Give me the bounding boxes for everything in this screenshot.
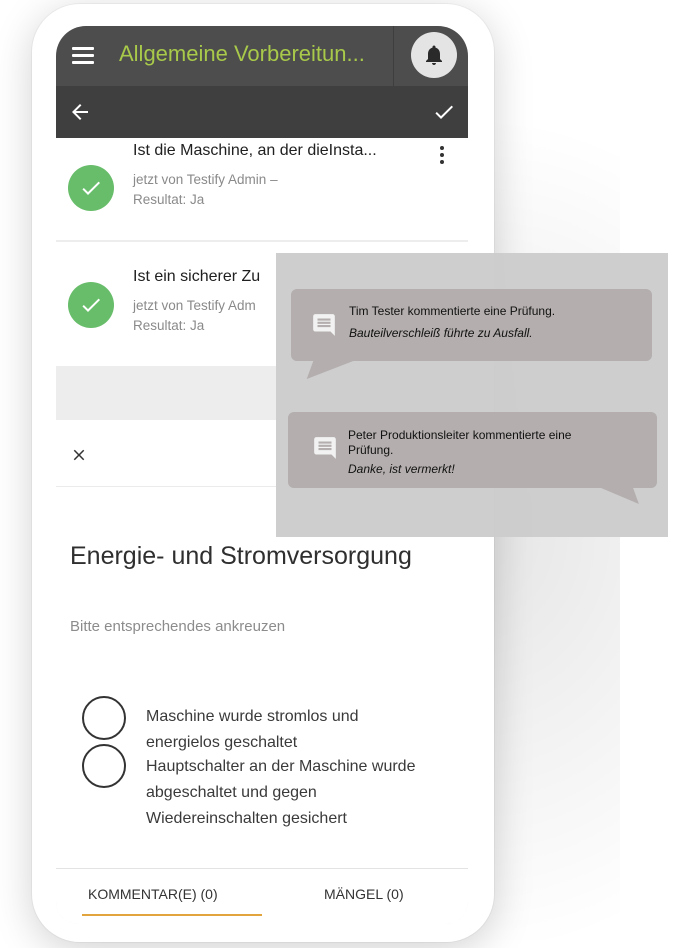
- notification-text: Danke, ist vermerkt!: [348, 462, 455, 476]
- hamburger-menu-icon[interactable]: [72, 47, 94, 65]
- check-item-meta: jetzt von Testify Admin – Resultat: Ja: [133, 170, 278, 210]
- tab-defects[interactable]: MÄNGEL (0): [324, 886, 404, 902]
- notification-text: Bauteilverschleiß führte zu Ausfall.: [349, 326, 533, 340]
- instruction-text: Bitte entsprechendes ankreuzen: [70, 618, 286, 635]
- option-radio[interactable]: [82, 744, 126, 788]
- comment-icon: [314, 437, 336, 459]
- more-vert-icon[interactable]: [437, 146, 447, 168]
- check-item-result: Resultat: Ja: [133, 318, 205, 333]
- check-item-title: Ist die Maschine, an der dieInsta...: [133, 142, 377, 159]
- check-item-author: jetzt von Testify Admin –: [133, 172, 278, 187]
- comment-notification[interactable]: Peter Produktionsleiter kommentierte ein…: [288, 412, 657, 488]
- close-icon[interactable]: [70, 446, 88, 464]
- check-item[interactable]: Ist die Maschine, an der dieInsta... jet…: [56, 138, 468, 240]
- active-tab-indicator: [82, 914, 262, 916]
- check-item-result: Resultat: Ja: [133, 192, 205, 207]
- tab-comments[interactable]: KOMMENTAR(E) (0): [88, 886, 218, 902]
- option-radio[interactable]: [82, 696, 126, 740]
- notification-author: Tim Tester kommentierte eine Prüfung.: [349, 304, 556, 318]
- checkmark-icon[interactable]: [432, 100, 456, 124]
- app-bar-divider: [393, 26, 394, 86]
- notifications-button[interactable]: [411, 32, 457, 78]
- option-label: Maschine wurde stromlos und energielos g…: [146, 708, 359, 751]
- app-title: Allgemeine Vorbereitun...: [119, 41, 365, 66]
- section-title: Energie- und Stromversorgung: [70, 542, 412, 570]
- notifications-overlay: Tim Tester kommentierte eine Prüfung. Ba…: [276, 253, 668, 537]
- comment-notification[interactable]: Tim Tester kommentierte eine Prüfung. Ba…: [291, 289, 652, 361]
- action-bar: [56, 86, 468, 138]
- app-bar: Allgemeine Vorbereitun...: [56, 26, 468, 86]
- check-item-meta: jetzt von Testify Adm Resultat: Ja: [133, 296, 256, 336]
- option-label: Hauptschalter an der Maschine wurde abge…: [146, 758, 416, 827]
- notification-author: Peter Produktionsleiter kommentierte ein…: [348, 428, 572, 457]
- check-circle-icon: [68, 282, 114, 328]
- check-circle-icon: [68, 165, 114, 211]
- check-item-title: Ist ein sicherer Zu: [133, 268, 261, 285]
- check-item-author: jetzt von Testify Adm: [133, 298, 256, 313]
- comment-icon: [313, 314, 335, 336]
- bubble-tail: [306, 361, 354, 379]
- arrow-left-icon[interactable]: [68, 100, 92, 124]
- bell-icon: [426, 45, 442, 65]
- bubble-tail: [601, 488, 639, 504]
- tabs-divider: [56, 868, 468, 869]
